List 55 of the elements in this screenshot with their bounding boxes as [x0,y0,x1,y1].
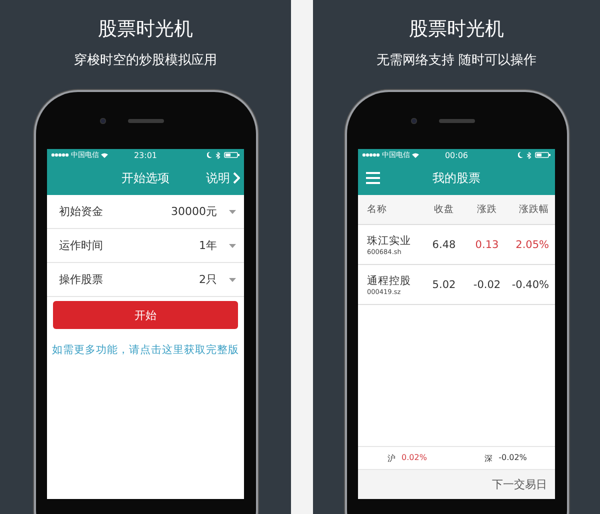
price-change: -0.02 [472,278,502,290]
bluetooth-icon [216,152,220,158]
option-label: 运作时间 [59,238,104,253]
next-day-label: 下一交易日 [492,477,547,492]
close-price: 5.02 [431,278,457,290]
close-price: 6.48 [431,238,457,250]
index-label: 深 [484,452,493,464]
index-value: -0.02% [498,452,527,464]
stock-name: 通程控股 [367,274,412,288]
caret-icon [229,210,236,214]
index-label: 沪 [388,452,396,464]
camera-icon [100,118,106,124]
column-header: 收盘 [433,203,455,216]
screen-title: 开始选项 [122,170,170,186]
screen-title: 我的股票 [432,170,480,186]
option-label: 初始资金 [59,204,104,219]
speaker-icon [438,118,474,122]
status-time: 00:06 [444,150,468,160]
promo-title: 股票时光机 [409,17,504,42]
moon-icon [207,152,212,158]
price-change: 0.13 [474,238,500,250]
promo-subtitle: 穿梭时空的炒股模拟应用 [74,52,217,69]
battery-icon [535,152,551,158]
stock-name: 珠江实业 [367,234,412,248]
column-header: 涨跌 [476,203,498,216]
option-row[interactable]: 运作时间 1年 [47,229,244,263]
option-value: 1年 [199,238,217,253]
column-header: 涨跌幅 [518,203,549,216]
start-button[interactable]: 开始 [53,301,238,329]
speaker-icon [128,118,164,122]
option-row[interactable]: 初始资金 30000元 [47,195,244,229]
signal-icon [362,153,380,157]
camera-icon [410,118,416,124]
option-value: 2只 [199,272,217,287]
column-header: 名称 [367,203,388,216]
caret-icon [229,244,236,248]
signal-icon [51,153,69,157]
status-time: 23:01 [134,150,158,160]
option-value: 30000元 [171,204,217,219]
index-value: 0.02% [402,452,427,464]
chevron-right-icon [233,172,240,184]
battery-icon [224,152,240,158]
wifi-icon [412,152,419,158]
next-day-bar[interactable]: 下一交易日 [358,469,555,499]
promo-title: 股票时光机 [98,17,193,42]
percent-change: 2.05% [514,238,549,250]
bluetooth-icon [527,152,531,158]
promo-subtitle: 无需网络支持 随时可以操作 [376,52,537,69]
option-row[interactable]: 操作股票 2只 [47,263,244,297]
percent-change: -0.40% [510,278,549,290]
wifi-icon [101,152,108,158]
caret-icon [229,278,236,282]
option-label: 操作股票 [59,272,104,287]
menu-button[interactable] [366,172,380,184]
moon-icon [518,152,523,158]
